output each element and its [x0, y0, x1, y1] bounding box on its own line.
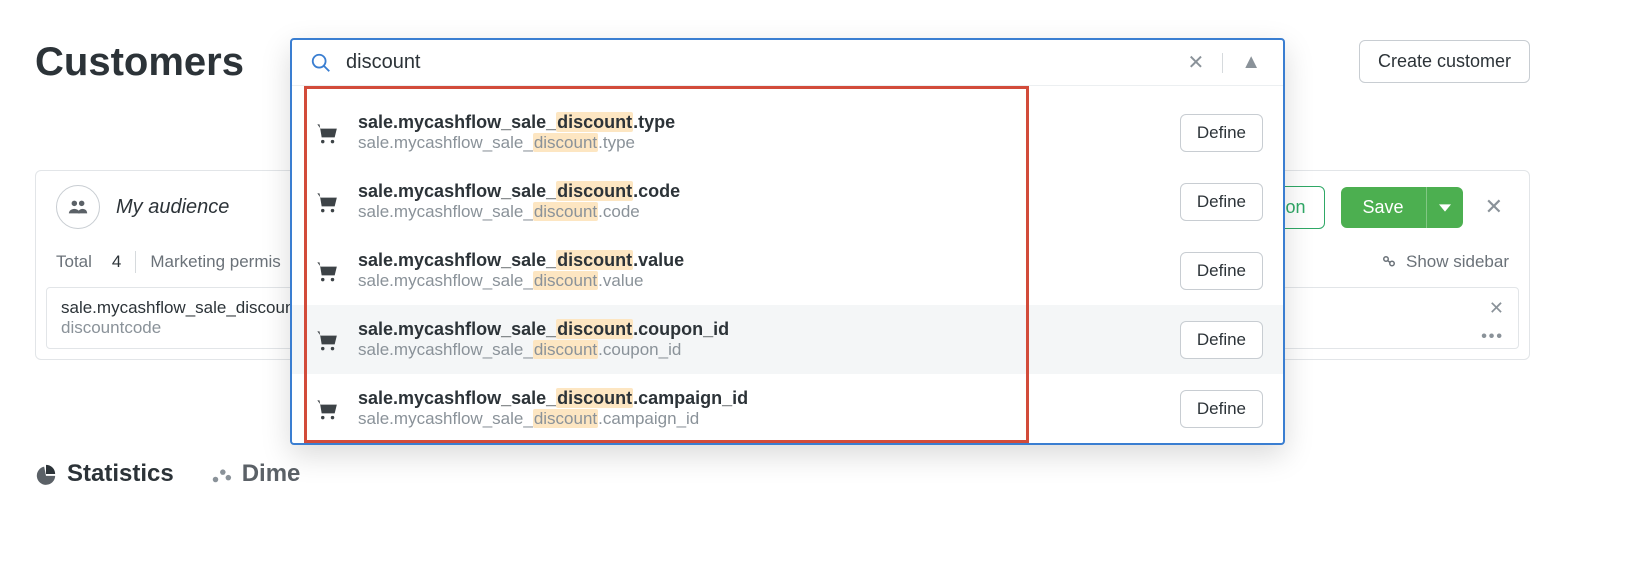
result-text: sale.mycashflow_sale_discount.campaign_i…: [358, 388, 1162, 429]
cart-icon: [312, 327, 340, 353]
search-input[interactable]: [346, 51, 1169, 74]
define-button[interactable]: Define: [1180, 390, 1263, 428]
cart-icon: [312, 120, 340, 146]
search-result-row[interactable]: sale.mycashflow_sale_discount.valuesale.…: [292, 236, 1283, 305]
save-button-group: Save: [1341, 187, 1463, 228]
create-customer-button[interactable]: Create customer: [1359, 40, 1530, 83]
search-bar: ✕ ▲: [292, 40, 1283, 86]
total-label: Total: [56, 252, 92, 272]
search-result-row[interactable]: sale.mycashflow_sale_discount.coupon_ids…: [292, 305, 1283, 374]
tab-dimensions[interactable]: Dime: [210, 460, 301, 488]
audience-icon: [56, 185, 100, 229]
search-result-row[interactable]: sale.mycashflow_sale_discount.codesale.m…: [292, 167, 1283, 236]
scatter-icon: [210, 463, 232, 485]
tab-dimensions-label: Dime: [242, 460, 301, 488]
tabs: Statistics Dime: [35, 460, 300, 488]
save-button[interactable]: Save: [1341, 187, 1426, 228]
search-result-row[interactable]: sale.mycashflow_sale_discount.campaign_i…: [292, 374, 1283, 443]
tab-statistics-label: Statistics: [67, 460, 174, 488]
result-text: sale.mycashflow_sale_discount.codesale.m…: [358, 181, 1162, 222]
search-icon: [310, 52, 332, 74]
total-value: 4: [112, 252, 121, 272]
search-collapse-icon[interactable]: ▲: [1237, 51, 1265, 74]
page-title: Customers: [35, 40, 244, 85]
result-title: sale.mycashflow_sale_discount.campaign_i…: [358, 388, 1162, 409]
search-result-row[interactable]: sale.mycashflow_sale_discount.typesale.m…: [292, 98, 1283, 167]
result-title: sale.mycashflow_sale_discount.value: [358, 250, 1162, 271]
search-results: sale.mycashflow_sale_discount.typesale.m…: [292, 86, 1283, 443]
result-subtitle: sale.mycashflow_sale_discount.value: [358, 271, 1162, 291]
cart-icon: [312, 258, 340, 284]
result-title: sale.mycashflow_sale_discount.code: [358, 181, 1162, 202]
result-text: sale.mycashflow_sale_discount.valuesale.…: [358, 250, 1162, 291]
define-button[interactable]: Define: [1180, 252, 1263, 290]
search-clear-icon[interactable]: ✕: [1183, 50, 1208, 75]
marketing-permissions-label: Marketing permis: [150, 252, 280, 272]
define-button[interactable]: Define: [1180, 321, 1263, 359]
result-subtitle: sale.mycashflow_sale_discount.code: [358, 202, 1162, 222]
result-title: sale.mycashflow_sale_discount.coupon_id: [358, 319, 1162, 340]
result-subtitle: sale.mycashflow_sale_discount.type: [358, 133, 1162, 153]
tab-statistics[interactable]: Statistics: [35, 460, 174, 488]
cart-icon: [312, 189, 340, 215]
define-button[interactable]: Define: [1180, 114, 1263, 152]
result-text: sale.mycashflow_sale_discount.typesale.m…: [358, 112, 1162, 153]
define-button[interactable]: Define: [1180, 183, 1263, 221]
search-dropdown: ✕ ▲ sale.mycashflow_sale_discount.typesa…: [290, 38, 1285, 445]
cart-icon: [312, 396, 340, 422]
show-sidebar-button[interactable]: Show sidebar: [1380, 252, 1509, 272]
filter-menu-icon[interactable]: •••: [1481, 328, 1504, 346]
show-sidebar-label: Show sidebar: [1406, 252, 1509, 272]
audience-name: My audience: [116, 196, 229, 219]
panel-close-icon[interactable]: ✕: [1479, 194, 1509, 220]
result-subtitle: sale.mycashflow_sale_discount.campaign_i…: [358, 409, 1162, 429]
result-text: sale.mycashflow_sale_discount.coupon_ids…: [358, 319, 1162, 360]
filter-remove-icon[interactable]: ✕: [1489, 298, 1504, 319]
result-title: sale.mycashflow_sale_discount.type: [358, 112, 1162, 133]
result-subtitle: sale.mycashflow_sale_discount.coupon_id: [358, 340, 1162, 360]
save-dropdown[interactable]: [1426, 187, 1463, 228]
pie-chart-icon: [35, 463, 57, 485]
